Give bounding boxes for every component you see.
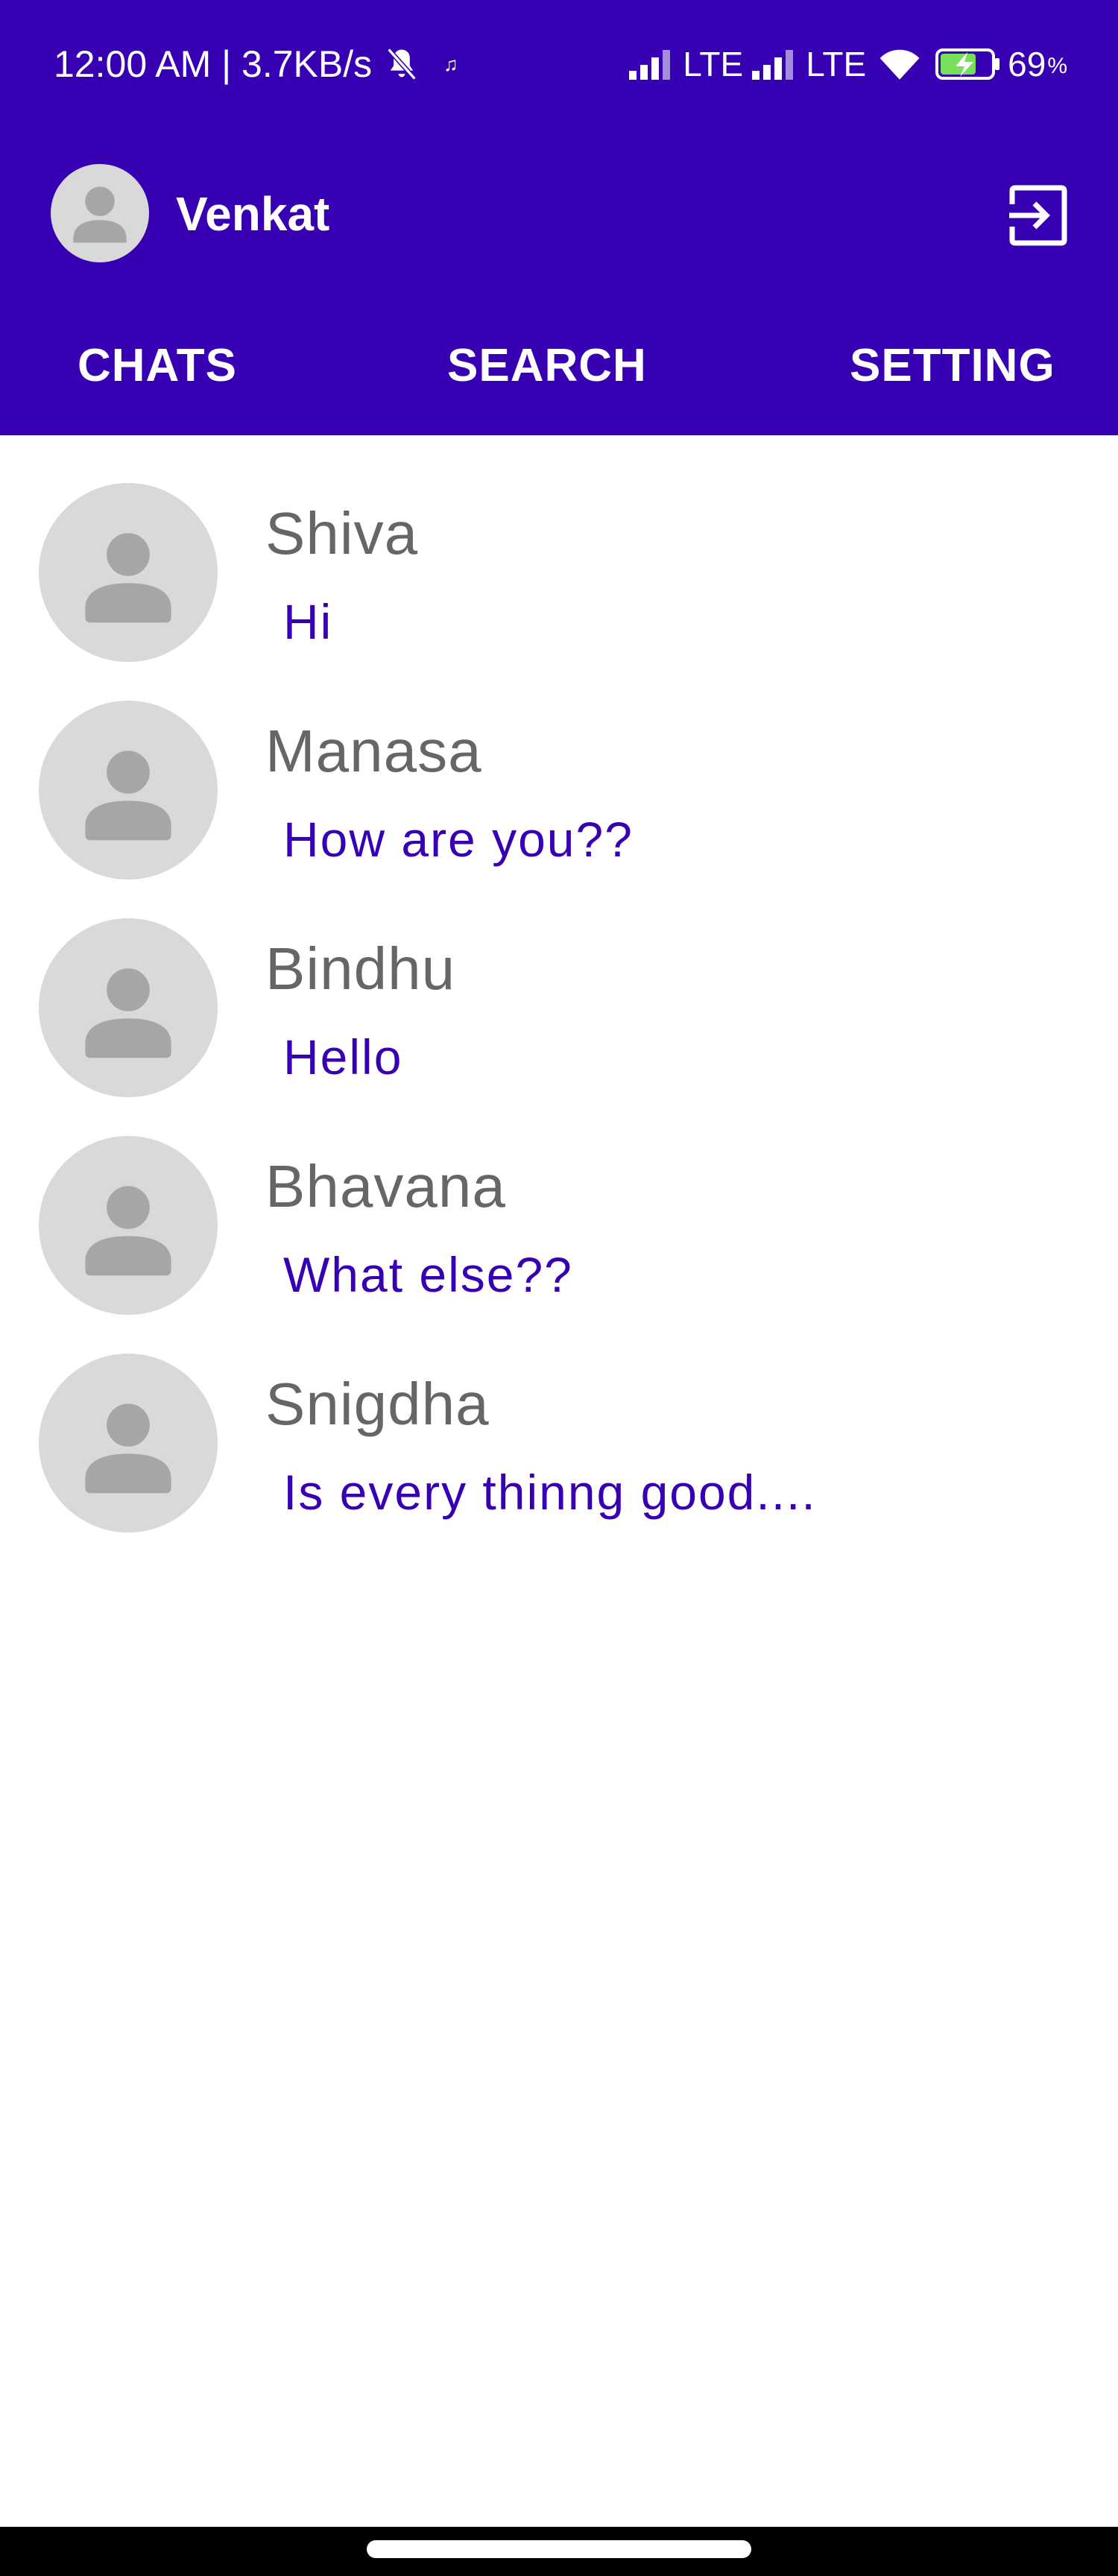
chat-list-item[interactable]: Manasa How are you??	[0, 653, 1118, 880]
chat-app-screen: 12:00 AM | 3.7KB/s ♫ LTE LTE 69 % Venkat…	[0, 0, 1118, 2576]
navigation-bar	[0, 2527, 1118, 2576]
avatar-icon[interactable]	[51, 164, 149, 262]
battery-percent-unit: %	[1047, 54, 1067, 78]
app-bar: Venkat	[0, 131, 1118, 306]
last-message: How are you??	[283, 812, 634, 867]
contact-name: Snigdha	[265, 1371, 490, 1437]
signal-icon	[628, 47, 677, 81]
status-time-speed: 12:00 AM | 3.7KB/s	[54, 43, 373, 85]
last-message: Is every thinng good....	[283, 1465, 817, 1520]
last-message: What else??	[283, 1247, 573, 1302]
signal-icon	[751, 47, 800, 81]
tab-chats[interactable]: CHATS	[78, 339, 237, 392]
battery-percent: 69	[1008, 45, 1046, 83]
lte-label-1: LTE	[683, 45, 744, 83]
status-bar: 12:00 AM | 3.7KB/s ♫ LTE LTE 69 %	[0, 0, 1118, 131]
contact-avatar-icon	[39, 918, 218, 1097]
last-message: Hi	[283, 594, 333, 649]
logout-icon[interactable]	[1005, 182, 1072, 249]
lte-label-2: LTE	[806, 45, 867, 83]
tab-bar: CHATS SEARCH SETTING	[0, 306, 1118, 435]
contact-avatar-icon	[39, 483, 218, 662]
contact-name: Shiva	[265, 500, 419, 566]
tab-settings[interactable]: SETTING	[850, 339, 1055, 392]
status-left: 12:00 AM | 3.7KB/s ♫	[54, 42, 458, 86]
status-right: LTE LTE 69 %	[628, 42, 1067, 86]
last-message: Hello	[283, 1029, 403, 1085]
music-icon: ♫	[443, 52, 458, 75]
chat-list-item[interactable]: Bhavana What else??	[0, 1088, 1118, 1315]
contact-name: Manasa	[265, 718, 482, 784]
chat-list-item[interactable]: Snigdha Is every thinng good....	[0, 1306, 1118, 1532]
battery-charging-icon	[935, 46, 1002, 82]
chat-list-item[interactable]: Bindhu Hello	[0, 871, 1118, 1097]
contact-avatar-icon	[39, 701, 218, 880]
user-name: Venkat	[176, 187, 330, 241]
home-indicator[interactable]	[367, 2540, 751, 2558]
contact-name: Bindhu	[265, 935, 456, 1002]
contact-name: Bhavana	[265, 1153, 506, 1219]
chat-list-item[interactable]: Shiva Hi	[0, 435, 1118, 662]
contact-avatar-icon	[39, 1136, 218, 1315]
wifi-icon	[878, 47, 921, 81]
contact-avatar-icon	[39, 1354, 218, 1532]
mute-icon	[382, 45, 421, 83]
tab-search[interactable]: SEARCH	[447, 339, 647, 392]
